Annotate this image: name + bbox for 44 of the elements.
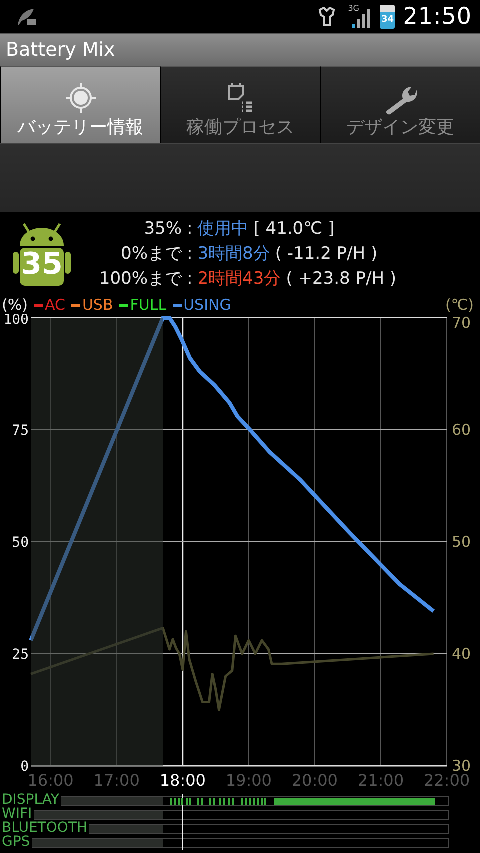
- info-label: 0%まで: [120, 242, 182, 266]
- activity-label: BLUETOOTH: [2, 821, 90, 836]
- x-tick-label: 20:00: [292, 771, 338, 790]
- info-label: 35%: [143, 218, 182, 240]
- x-tick-label: 17:00: [94, 771, 140, 790]
- separator: :: [187, 218, 193, 240]
- alarm-icon: [318, 6, 336, 26]
- activity-label: WIFI: [2, 807, 34, 822]
- legend-item: USB: [71, 296, 114, 314]
- legend-item: USING: [172, 296, 232, 314]
- x-tick-label: 18:00: [160, 771, 206, 790]
- axis-unit-label: (℃): [445, 296, 474, 314]
- info-detail: ( -11.2 P/H ): [275, 242, 378, 266]
- tab[interactable]: 稼働プロセス: [160, 66, 320, 143]
- info-detail: [ 41.0℃ ]: [254, 218, 335, 240]
- battery-icon: 34: [380, 4, 396, 28]
- y-tick-label: 75: [12, 423, 29, 439]
- clock-time: 21:50: [403, 4, 472, 30]
- tab[interactable]: デザイン変更: [320, 66, 480, 143]
- info-detail: ( +23.8 P/H ): [286, 268, 397, 290]
- y-tick-label: 40: [452, 645, 472, 663]
- app-title: Battery Mix: [6, 39, 116, 61]
- activity-label: DISPLAY: [2, 793, 62, 808]
- info-value: 2時間43分: [198, 268, 282, 290]
- y-tick-label: 50: [12, 535, 29, 551]
- y-tick-label: 60: [452, 421, 472, 439]
- leaf-battery-icon: [16, 6, 38, 26]
- info-label: 100%まで: [98, 268, 182, 290]
- info-value: 使用中: [198, 218, 249, 240]
- tab[interactable]: バッテリー情報: [0, 66, 160, 143]
- info-value: 3時間8分: [198, 242, 270, 266]
- axis-unit-label: (%): [2, 296, 28, 314]
- legend-item: AC: [34, 296, 66, 314]
- x-tick-label: 16:00: [28, 771, 74, 790]
- legend-item: FULL: [119, 296, 167, 314]
- y-tick-label: 70: [452, 314, 472, 332]
- activity-label: GPS: [2, 835, 32, 850]
- separator: :: [187, 268, 193, 290]
- y-tick-label: 50: [452, 533, 472, 551]
- y-tick-label: 0: [20, 759, 29, 775]
- x-tick-label: 21:00: [358, 771, 404, 790]
- x-tick-label: 19:00: [226, 771, 272, 790]
- y-tick-label: 25: [12, 647, 29, 663]
- separator: :: [187, 242, 193, 266]
